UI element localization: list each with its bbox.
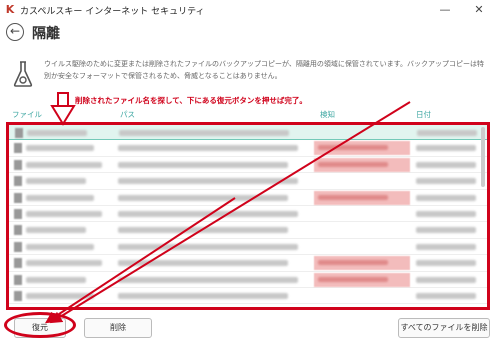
restore-highlight-circle [4, 312, 76, 338]
description-text: ウイルス駆除のために変更または削除されたファイルのバックアップコピーが、隔離用の… [44, 60, 484, 80]
column-header-detect[interactable]: 検知 [320, 109, 335, 120]
delete-all-button[interactable]: すべてのファイルを削除 [398, 318, 490, 338]
title-bar: K カスペルスキー インターネット セキュリティ — ✕ [0, 0, 497, 20]
close-button[interactable]: ✕ [464, 0, 494, 20]
page-header: ← 隔離 [0, 20, 497, 46]
back-button[interactable]: ← [6, 23, 24, 41]
footer-bar: 復元 削除 すべてのファイルを削除 [0, 314, 497, 347]
minimize-button[interactable]: — [430, 0, 460, 20]
column-header-file[interactable]: ファイル [12, 109, 42, 120]
annotation-text: 削除されたファイル名を探して、下にある復元ボタンを押せば完了。 [75, 96, 307, 105]
down-arrow-icon [50, 92, 76, 126]
page-title: 隔離 [32, 26, 60, 42]
column-header-date[interactable]: 日付 [416, 109, 431, 120]
window-title: カスペルスキー インターネット セキュリティ [20, 7, 205, 17]
column-header-path[interactable]: パス [120, 109, 135, 120]
quarantine-flask-icon [13, 61, 33, 87]
table-highlight-frame [6, 122, 490, 310]
kaspersky-logo-icon: K [5, 3, 15, 16]
delete-button[interactable]: 削除 [84, 318, 152, 338]
